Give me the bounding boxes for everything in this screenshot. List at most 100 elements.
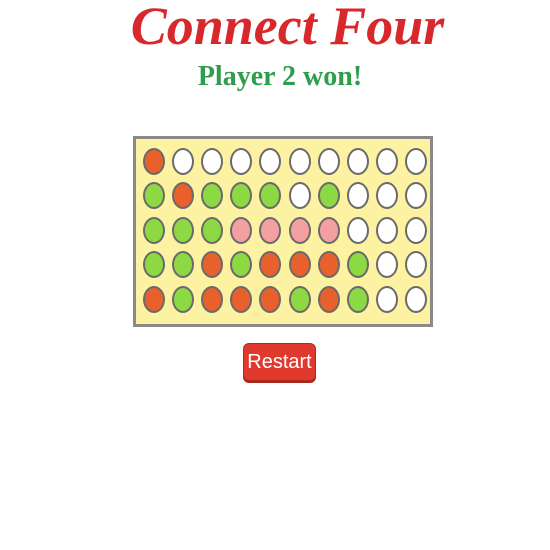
orange-disc: [230, 285, 253, 313]
board-cell[interactable]: [402, 179, 431, 214]
board-cell[interactable]: [197, 248, 226, 283]
board-cell[interactable]: [314, 282, 343, 317]
board-cell[interactable]: [139, 179, 168, 214]
board-cell[interactable]: [197, 213, 226, 248]
game-status: Player 2 won!: [197, 61, 363, 92]
board-cell[interactable]: [197, 144, 226, 179]
board-cell[interactable]: [139, 144, 168, 179]
board-cell[interactable]: [285, 213, 314, 248]
board-cell[interactable]: [168, 282, 197, 317]
green-disc: [200, 216, 223, 244]
green-disc: [346, 285, 369, 313]
empty-slot: [171, 147, 194, 175]
orange-disc: [200, 285, 223, 313]
empty-slot: [288, 182, 311, 210]
board-cell[interactable]: [285, 179, 314, 214]
empty-slot: [405, 216, 428, 244]
game-board: [133, 136, 433, 327]
board-cell[interactable]: [256, 248, 285, 283]
pink-disc: [259, 216, 282, 244]
board-cell[interactable]: [343, 179, 372, 214]
board-cell[interactable]: [314, 248, 343, 283]
game-title: Connect Four: [130, 0, 445, 56]
green-disc: [142, 216, 165, 244]
board-cell[interactable]: [285, 282, 314, 317]
board-cell[interactable]: [314, 213, 343, 248]
empty-slot: [405, 182, 428, 210]
empty-slot: [376, 147, 399, 175]
board-cell[interactable]: [373, 144, 402, 179]
board-cell[interactable]: [373, 179, 402, 214]
board-cell[interactable]: [285, 248, 314, 283]
pink-disc: [230, 216, 253, 244]
board-cell[interactable]: [139, 282, 168, 317]
empty-slot: [405, 251, 428, 279]
board-cell[interactable]: [402, 144, 431, 179]
green-disc: [171, 251, 194, 279]
board-cell[interactable]: [227, 179, 256, 214]
empty-slot: [405, 285, 428, 313]
board-cell[interactable]: [256, 179, 285, 214]
board-cell[interactable]: [139, 248, 168, 283]
board-cell[interactable]: [227, 248, 256, 283]
board-cell[interactable]: [343, 213, 372, 248]
restart-button[interactable]: Restart: [243, 343, 316, 381]
board-cell[interactable]: [227, 213, 256, 248]
board-cell[interactable]: [197, 179, 226, 214]
board-cell[interactable]: [314, 144, 343, 179]
board-cell[interactable]: [139, 213, 168, 248]
orange-disc: [259, 251, 282, 279]
green-disc: [171, 285, 194, 313]
empty-slot: [376, 251, 399, 279]
empty-slot: [346, 216, 369, 244]
empty-slot: [376, 216, 399, 244]
board-cell[interactable]: [402, 248, 431, 283]
board-cell[interactable]: [373, 213, 402, 248]
board-cell[interactable]: [197, 282, 226, 317]
orange-disc: [142, 285, 165, 313]
orange-disc: [288, 251, 311, 279]
board-cell[interactable]: [256, 213, 285, 248]
board-cell[interactable]: [402, 282, 431, 317]
orange-disc: [317, 251, 340, 279]
pink-disc: [317, 216, 340, 244]
board-cell[interactable]: [343, 248, 372, 283]
empty-slot: [230, 147, 253, 175]
empty-slot: [259, 147, 282, 175]
board-cell[interactable]: [373, 248, 402, 283]
orange-disc: [317, 285, 340, 313]
green-disc: [171, 216, 194, 244]
green-disc: [142, 251, 165, 279]
board-cell[interactable]: [402, 213, 431, 248]
green-disc: [346, 251, 369, 279]
board-grid: [139, 144, 431, 317]
empty-slot: [376, 285, 399, 313]
board-cell[interactable]: [227, 282, 256, 317]
pink-disc: [288, 216, 311, 244]
board-cell[interactable]: [168, 144, 197, 179]
board-cell[interactable]: [373, 282, 402, 317]
empty-slot: [405, 147, 428, 175]
board-cell[interactable]: [256, 144, 285, 179]
empty-slot: [346, 182, 369, 210]
board-cell[interactable]: [314, 179, 343, 214]
empty-slot: [317, 147, 340, 175]
board-cell[interactable]: [168, 213, 197, 248]
board-cell[interactable]: [168, 248, 197, 283]
green-disc: [288, 285, 311, 313]
green-disc: [317, 182, 340, 210]
green-disc: [142, 182, 165, 210]
empty-slot: [288, 147, 311, 175]
orange-disc: [200, 251, 223, 279]
board-cell[interactable]: [343, 282, 372, 317]
green-disc: [200, 182, 223, 210]
board-cell[interactable]: [227, 144, 256, 179]
board-cell[interactable]: [285, 144, 314, 179]
board-cell[interactable]: [343, 144, 372, 179]
orange-disc: [142, 147, 165, 175]
connect-four-page: Connect Four Player 2 won! Restart: [0, 0, 550, 550]
board-cell[interactable]: [168, 179, 197, 214]
empty-slot: [376, 182, 399, 210]
board-cell[interactable]: [256, 282, 285, 317]
green-disc: [230, 182, 253, 210]
